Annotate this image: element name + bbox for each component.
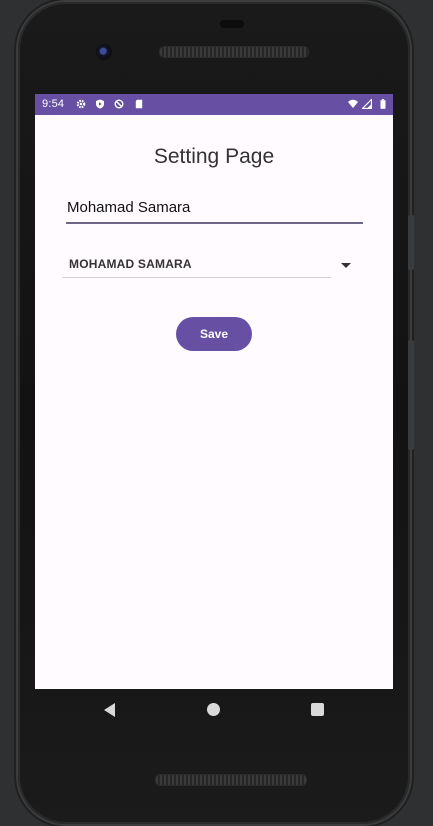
power-button[interactable] — [408, 340, 414, 450]
name-dropdown[interactable]: MOHAMAD SAMARA — [62, 254, 331, 278]
wifi-icon — [348, 99, 358, 108]
signal-icon — [362, 99, 372, 109]
sd-card-icon — [135, 99, 143, 109]
chevron-down-icon[interactable] — [341, 263, 351, 268]
shield-play-icon — [96, 99, 104, 109]
settings-icon — [76, 99, 86, 109]
home-icon[interactable] — [207, 703, 220, 716]
front-camera — [96, 44, 112, 60]
status-bar: 9:54 — [35, 94, 393, 115]
no-sync-icon — [114, 99, 124, 109]
back-icon[interactable] — [104, 703, 115, 717]
earpiece-speaker — [159, 46, 309, 58]
battery-icon — [380, 99, 386, 109]
page-title: Setting Page — [153, 145, 275, 168]
bottom-speaker — [155, 774, 307, 786]
save-button[interactable]: Save — [176, 317, 252, 351]
recents-icon[interactable] — [311, 703, 324, 716]
name-input[interactable]: Mohamad Samara — [66, 198, 363, 224]
top-notch — [220, 20, 244, 28]
status-time: 9:54 — [42, 98, 65, 110]
app-screen: 9:54 Setting Page Mohamad Samara MOHAMAD… — [35, 94, 393, 689]
volume-button[interactable] — [408, 215, 414, 270]
